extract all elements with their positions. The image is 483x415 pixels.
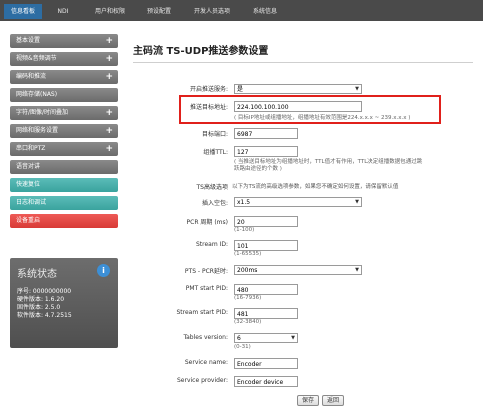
sidebar-item-label: 设备重启 — [16, 217, 41, 224]
form-row-stuffing: 插入空包: x1.5 ▼ — [133, 197, 478, 207]
sidebar-item-label: 编码和推流 — [16, 73, 47, 80]
stream-pid-input[interactable]: 481 — [234, 308, 298, 319]
top-navigation: 信息看板 NDI 用户和权限 预设配置 开发人员选项 系统信息 — [0, 0, 483, 21]
sidebar-item-nas[interactable]: 网络存储(NAS) — [10, 88, 118, 102]
chevron-down-icon: ▼ — [355, 86, 359, 92]
enable-select[interactable]: 是 ▼ — [234, 84, 362, 94]
pts-label: PTS - PCR延时: — [184, 268, 228, 275]
sidebar-item-label: 语音对讲 — [16, 163, 41, 170]
sidebar-item-basic-settings[interactable]: 基本设置 + — [10, 34, 118, 48]
tables-label: Tables version: — [183, 334, 228, 341]
pmt-label: PMT start PID: — [185, 285, 228, 292]
form-row-pts: PTS - PCR延时: 200ms ▼ — [133, 265, 478, 275]
form-row-enable: 开启推送服务: 是 ▼ — [133, 84, 478, 94]
ttl-input[interactable]: 127 — [234, 146, 298, 157]
sidebar-item-serial-ptz[interactable]: 串口和PTZ + — [10, 142, 118, 156]
target-label: 推送目标地址: — [189, 104, 228, 111]
pcr-hint: (1-100) — [234, 227, 255, 233]
tables-hint: (0-31) — [234, 344, 251, 350]
sidebar-item-label: 视频&音频调节 — [16, 55, 57, 62]
form-row-tables: Tables version: 6 ▼ (0-31) — [133, 333, 478, 350]
tab-ndi[interactable]: NDI — [52, 5, 74, 18]
sidebar-item-device-restart[interactable]: 设备重启 — [10, 214, 118, 228]
enable-label: 开启推送服务: — [189, 86, 228, 93]
sidebar-item-label: 字符/图像/时间叠加 — [16, 109, 69, 116]
port-label: 目标端口: — [201, 131, 228, 138]
target-address-input[interactable]: 224.100.100.100 — [234, 101, 362, 112]
sidebar-item-label: 串口和PTZ — [16, 145, 46, 152]
system-status-panel: 系统状态 i 序号: 0000000000 硬件版本: 1.6.20 固件版本:… — [10, 258, 118, 348]
stream-pid-hint: (32-3840) — [234, 319, 262, 325]
info-icon[interactable]: i — [97, 264, 110, 277]
stream-pid-label: Stream start PID: — [176, 309, 228, 316]
sidebar-item-label: 快速复位 — [16, 181, 41, 188]
title-divider — [133, 62, 473, 63]
pmt-hint: (16-7936) — [234, 295, 262, 301]
plus-icon: + — [105, 36, 113, 46]
sidebar: 基本设置 + 视频&音频调节 + 编码和推流 + 网络存储(NAS) 字符/图像/时间… — [10, 34, 118, 232]
pcr-input[interactable]: 20 — [234, 216, 298, 227]
pcr-label: PCR 周期 (ms) — [186, 219, 228, 226]
ttl-label: 组播TTL: — [203, 149, 228, 156]
sidebar-item-intercom[interactable]: 语音对讲 — [10, 160, 118, 174]
plus-icon: + — [105, 126, 113, 136]
sidebar-item-encoding-streaming[interactable]: 编码和推流 + — [10, 70, 118, 84]
save-button[interactable]: 保存 — [297, 395, 319, 406]
page-title: 主码流 TS-UDP推送参数设置 — [133, 46, 269, 57]
sidebar-item-label: 网络存储(NAS) — [16, 91, 58, 98]
system-status-title: 系统状态 — [17, 269, 57, 280]
tab-system-info[interactable]: 系统信息 — [248, 5, 282, 18]
sidebar-item-quick-reset[interactable]: 快速复位 — [10, 178, 118, 192]
sidebar-item-video-audio[interactable]: 视频&音频调节 + — [10, 52, 118, 66]
plus-icon: + — [105, 54, 113, 64]
service-name-label: Service name: — [184, 359, 228, 366]
tab-users-permissions[interactable]: 用户和权限 — [88, 5, 132, 18]
chevron-down-icon: ▼ — [355, 267, 359, 273]
sidebar-item-logs-debug[interactable]: 日志和调试 — [10, 196, 118, 210]
service-provider-input[interactable]: Encoder device — [234, 376, 298, 387]
chevron-down-icon: ▼ — [355, 199, 359, 205]
plus-icon: + — [105, 144, 113, 154]
service-name-input[interactable]: Encoder — [234, 358, 298, 369]
chevron-down-icon: ▼ — [291, 335, 295, 341]
tab-dashboard[interactable]: 信息看板 — [4, 4, 42, 19]
ttl-hint-line-2: 跃路由途径的个数 ) — [234, 166, 282, 172]
plus-icon: + — [105, 108, 113, 118]
software-version: 软件版本: 4.7.2515 — [17, 312, 72, 319]
sidebar-item-label: 日志和调试 — [16, 199, 47, 206]
target-hint: ( 目标IP地址或组播地址，组播地址有效范围是224.x.x.x ~ 239.x… — [234, 115, 411, 121]
service-provider-label: Service provider: — [177, 377, 228, 384]
tab-presets[interactable]: 预设配置 — [142, 5, 176, 18]
stuffing-label: 插入空包: — [201, 200, 228, 207]
stream-id-hint: (1-65535) — [234, 251, 262, 257]
pts-select[interactable]: 200ms ▼ — [234, 265, 362, 275]
sidebar-item-overlay[interactable]: 字符/图像/时间叠加 + — [10, 106, 118, 120]
port-input[interactable]: 6987 — [234, 128, 298, 139]
sidebar-item-network-services[interactable]: 网络和服务设置 + — [10, 124, 118, 138]
sidebar-item-label: 基本设置 — [16, 37, 41, 44]
tables-select[interactable]: 6 ▼ — [234, 333, 298, 343]
sidebar-item-label: 网络和服务设置 — [16, 127, 59, 134]
stream-id-label: Stream ID: — [195, 241, 228, 248]
plus-icon: + — [105, 72, 113, 82]
back-button[interactable]: 返回 — [322, 395, 344, 406]
tab-developer-options[interactable]: 开发人员选项 — [186, 5, 238, 18]
ts-advanced-label: TS高级选项 — [196, 184, 228, 191]
pmt-input[interactable]: 480 — [234, 284, 298, 295]
stream-id-input[interactable]: 101 — [234, 240, 298, 251]
stuffing-select[interactable]: x1.5 ▼ — [234, 197, 362, 207]
ts-advanced-description: 以下为TS流的高级选项参数，如果您不确定如何设置，请保留默认值 — [232, 184, 399, 190]
